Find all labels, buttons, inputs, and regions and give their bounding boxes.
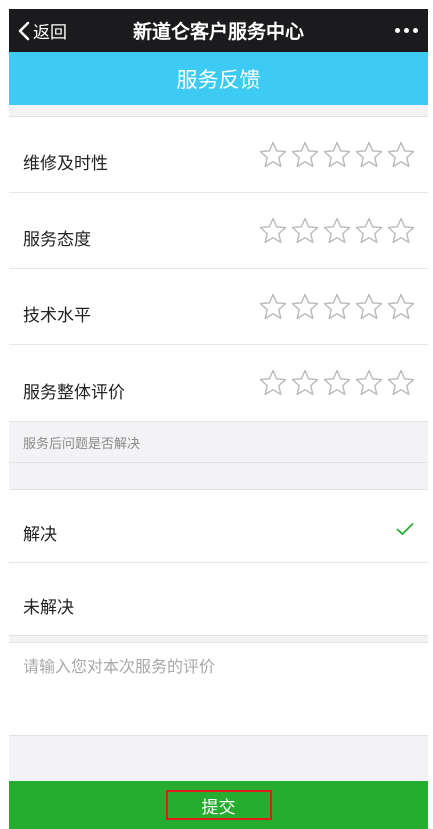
rating-label: 服务整体评价 — [23, 382, 125, 403]
star-outline-icon[interactable] — [322, 216, 352, 246]
star-outline-icon[interactable] — [386, 140, 416, 170]
rating-label: 服务态度 — [23, 230, 91, 250]
rating-row: 技术水平 — [9, 269, 428, 345]
star-rating[interactable] — [258, 368, 416, 398]
option-resolved[interactable]: 解决 — [9, 490, 428, 563]
option-label: 未解决 — [23, 597, 74, 618]
spacer — [9, 105, 428, 117]
star-outline-icon[interactable] — [322, 292, 352, 322]
star-outline-icon[interactable] — [354, 140, 384, 170]
nav-bar: 返回 新道仑客户服务中心 — [9, 9, 428, 52]
dot — [395, 28, 400, 33]
submit-bar: 提交 — [9, 781, 428, 829]
star-outline-icon[interactable] — [258, 216, 288, 246]
star-rating[interactable] — [258, 140, 416, 170]
option-label: 解决 — [23, 524, 57, 545]
comment-box — [9, 642, 428, 736]
comment-input[interactable] — [9, 643, 428, 735]
app-frame: 返回 新道仑客户服务中心 服务反馈 维修及时性 服务态度 技术水平 服务整体评价… — [9, 9, 428, 829]
back-label: 返回 — [33, 23, 67, 43]
section-label: 服务后问题是否解决 — [9, 421, 428, 463]
star-outline-icon[interactable] — [354, 216, 384, 246]
dot — [404, 28, 409, 33]
rating-row: 服务整体评价 — [9, 345, 428, 421]
star-outline-icon[interactable] — [258, 292, 288, 322]
rating-label: 维修及时性 — [23, 154, 108, 174]
more-dots-icon[interactable] — [395, 9, 418, 52]
submit-button[interactable]: 提交 — [165, 790, 272, 820]
star-outline-icon[interactable] — [354, 368, 384, 398]
star-outline-icon[interactable] — [386, 368, 416, 398]
dot — [413, 28, 418, 33]
star-outline-icon[interactable] — [322, 368, 352, 398]
rating-row: 服务态度 — [9, 193, 428, 269]
star-outline-icon[interactable] — [258, 368, 288, 398]
nav-title: 新道仑客户服务中心 — [132, 21, 304, 43]
star-outline-icon[interactable] — [290, 216, 320, 246]
star-outline-icon[interactable] — [290, 140, 320, 170]
rating-row: 维修及时性 — [9, 117, 428, 193]
star-outline-icon[interactable] — [290, 292, 320, 322]
star-outline-icon[interactable] — [386, 216, 416, 246]
page-title: 服务反馈 — [9, 52, 428, 105]
resolution-options: 解决 未解决 — [9, 490, 428, 636]
star-outline-icon[interactable] — [322, 140, 352, 170]
spacer — [9, 463, 428, 490]
star-outline-icon[interactable] — [290, 368, 320, 398]
chevron-left-icon — [18, 21, 30, 40]
star-rating[interactable] — [258, 216, 416, 246]
back-button[interactable]: 返回 — [9, 18, 67, 43]
star-outline-icon[interactable] — [354, 292, 384, 322]
star-rating[interactable] — [258, 292, 416, 322]
option-unresolved[interactable]: 未解决 — [9, 563, 428, 636]
star-outline-icon[interactable] — [386, 292, 416, 322]
checkmark-icon — [396, 523, 414, 535]
rating-list: 维修及时性 服务态度 技术水平 服务整体评价 — [9, 117, 428, 421]
rating-label: 技术水平 — [23, 306, 91, 326]
star-outline-icon[interactable] — [258, 140, 288, 170]
